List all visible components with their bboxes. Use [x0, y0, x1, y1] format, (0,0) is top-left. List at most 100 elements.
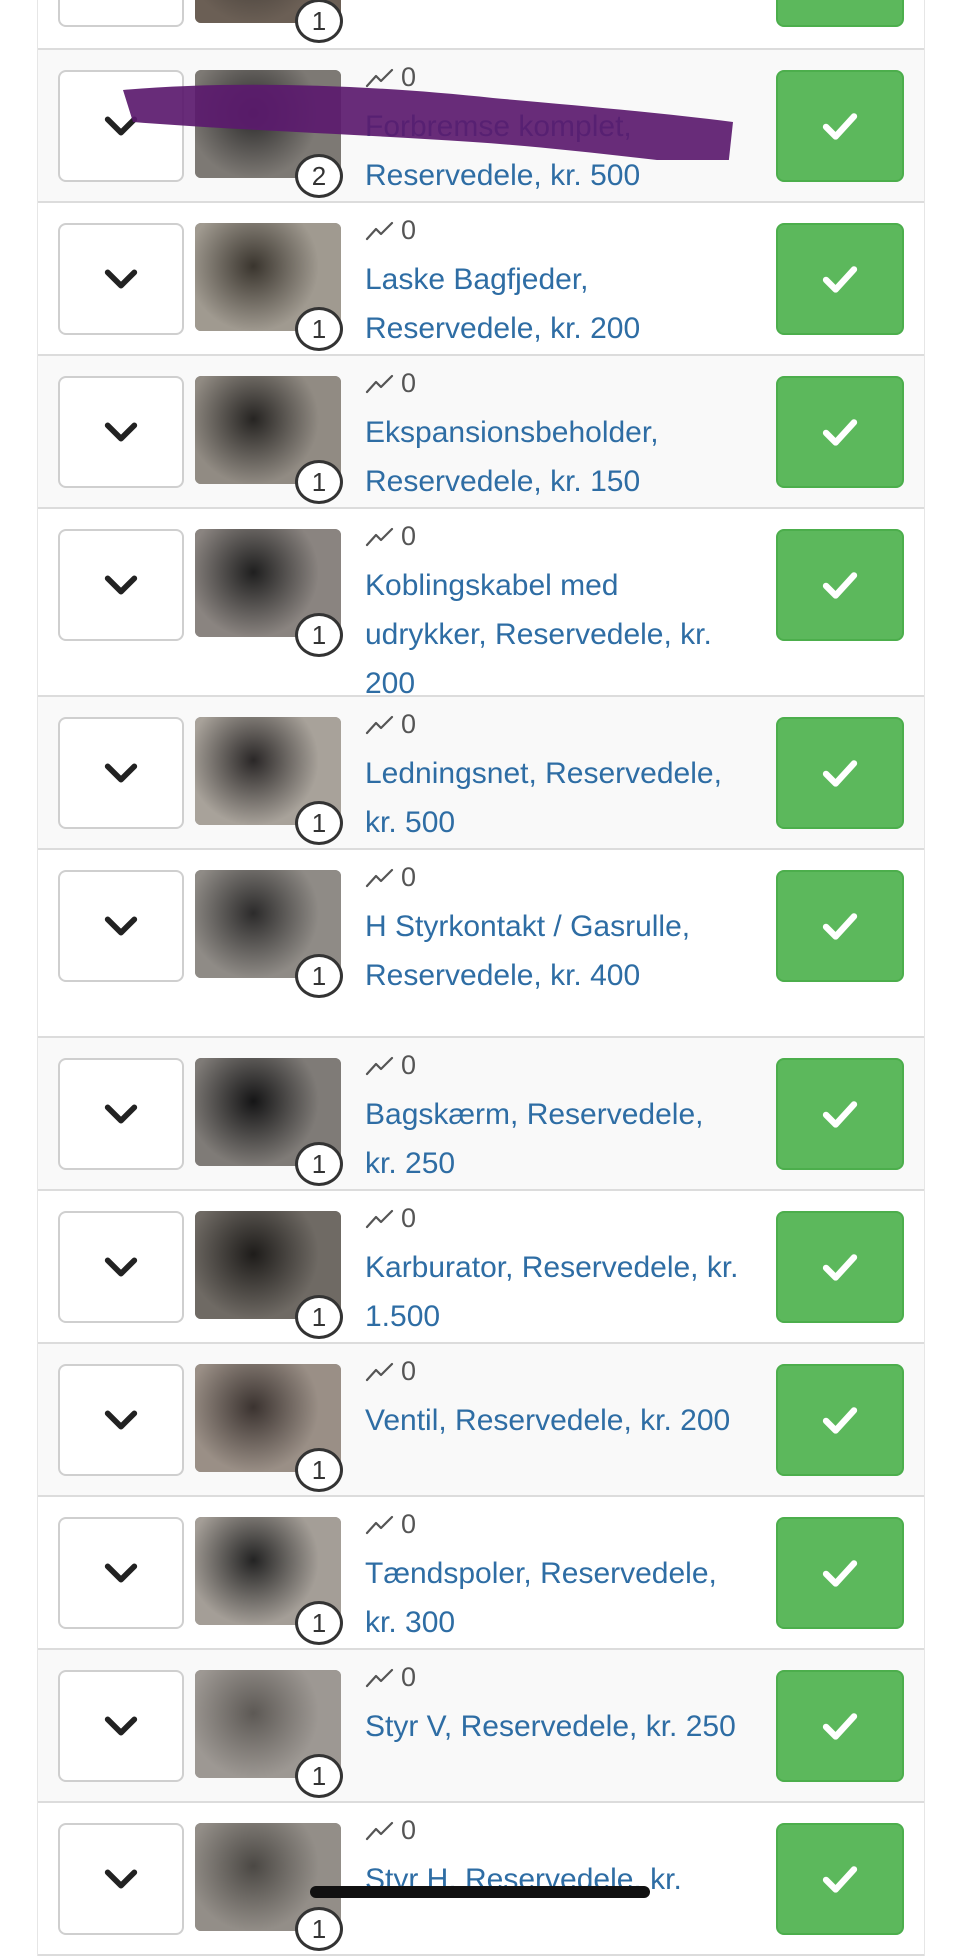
item-title-link[interactable]: Ventil, Reservedele, kr. 200 — [365, 1396, 740, 1445]
item-thumbnail[interactable]: 1 — [195, 1517, 343, 1645]
expand-button[interactable] — [58, 717, 184, 829]
expand-button[interactable] — [58, 1211, 184, 1323]
item-title-link[interactable]: H Styrkontakt / Gasrulle, Reservedele, k… — [365, 902, 740, 1000]
trend-icon — [365, 1821, 394, 1840]
item-thumbnail[interactable]: 1 — [195, 1058, 343, 1186]
list-item: 1 0 Styr H, Reservedele, kr. — [38, 1803, 924, 1956]
trend-icon — [365, 715, 394, 734]
expand-button[interactable] — [58, 1670, 184, 1782]
accept-button[interactable] — [776, 870, 904, 982]
expand-button[interactable] — [58, 1517, 184, 1629]
home-indicator — [310, 1886, 650, 1898]
view-stats: 0 — [365, 1356, 416, 1387]
view-count: 0 — [401, 709, 417, 739]
item-title-link[interactable]: Ledningsnet, Reservedele, kr. 500 — [365, 749, 740, 847]
trend-icon — [365, 527, 394, 546]
quantity-badge: 1 — [295, 801, 343, 845]
quantity-badge: 1 — [295, 0, 343, 43]
accept-button[interactable] — [776, 1211, 904, 1323]
chevron-down-icon — [104, 422, 138, 442]
item-title-link[interactable]: Laske Bagfjeder, Reservedele, kr. 200 — [365, 255, 740, 353]
chevron-down-icon — [104, 269, 138, 289]
quantity-badge: 1 — [295, 1601, 343, 1645]
item-title-link[interactable]: Bagskærm, Reservedele, kr. 250 — [365, 1090, 740, 1188]
item-title-link[interactable]: Styr V, Reservedele, kr. 250 — [365, 1702, 740, 1751]
item-thumbnail[interactable]: 1 — [195, 376, 343, 504]
checkmark-icon — [822, 1407, 858, 1434]
accept-button[interactable] — [776, 1364, 904, 1476]
quantity-badge: 1 — [295, 613, 343, 657]
list-item: 1 0 Tændspoler, Reservedele, kr. 300 — [38, 1497, 924, 1650]
accept-button[interactable] — [776, 1517, 904, 1629]
quantity-badge: 1 — [295, 1142, 343, 1186]
item-thumbnail[interactable]: 1 — [195, 223, 343, 351]
quantity-badge: 1 — [295, 954, 343, 998]
item-thumbnail[interactable]: 1 — [195, 717, 343, 845]
view-count: 0 — [401, 215, 417, 245]
item-thumbnail[interactable]: 1 — [195, 529, 343, 657]
quantity-badge: 1 — [295, 1295, 343, 1339]
item-thumbnail[interactable]: 1 — [195, 1364, 343, 1492]
view-count: 0 — [401, 1662, 417, 1692]
accept-button[interactable] — [776, 223, 904, 335]
item-thumbnail[interactable]: 1 — [195, 1823, 343, 1951]
expand-button[interactable] — [58, 376, 184, 488]
view-stats: 0 — [365, 215, 416, 246]
item-thumbnail[interactable]: 1 — [195, 1211, 343, 1339]
item-title-link[interactable]: Koblingskabel med udrykker, Reservedele,… — [365, 561, 740, 708]
view-stats: 0 — [365, 521, 416, 552]
expand-button[interactable] — [58, 1058, 184, 1170]
expand-button[interactable] — [58, 70, 184, 182]
expand-button[interactable] — [58, 223, 184, 335]
view-stats: 0 — [365, 709, 416, 740]
view-count: 0 — [401, 1050, 417, 1080]
list-item: 2 0 Forbremse komplet, Reservedele, kr. … — [38, 50, 924, 203]
expand-button[interactable] — [58, 1364, 184, 1476]
item-thumbnail[interactable]: 2 — [195, 70, 343, 198]
expand-button[interactable] — [58, 1823, 184, 1935]
checkmark-icon — [822, 1866, 858, 1893]
list-item: 1 0 Bagskærm, Reservedele, kr. 250 — [38, 1038, 924, 1191]
checkmark-icon — [822, 1254, 858, 1281]
accept-button[interactable] — [776, 1058, 904, 1170]
view-stats: 0 — [365, 1815, 416, 1846]
accept-button[interactable] — [776, 1670, 904, 1782]
accept-button[interactable] — [776, 529, 904, 641]
trend-icon — [365, 221, 394, 240]
checkmark-icon — [822, 266, 858, 293]
accept-button[interactable] — [776, 376, 904, 488]
trend-icon — [365, 1209, 394, 1228]
trend-icon — [365, 1515, 394, 1534]
expand-button[interactable] — [58, 529, 184, 641]
view-stats: 0 — [365, 1203, 416, 1234]
quantity-badge: 1 — [295, 1907, 343, 1951]
view-stats: 0 — [365, 862, 416, 893]
quantity-badge: 1 — [295, 1754, 343, 1798]
item-title-link[interactable]: Forbremse komplet, Reservedele, kr. 500 — [365, 102, 740, 200]
list-item: 1 0 Koblingskabel med udrykker, Reserved… — [38, 509, 924, 700]
checkmark-icon — [822, 1101, 858, 1128]
item-title-link[interactable]: Tændspoler, Reservedele, kr. 300 — [365, 1549, 740, 1647]
item-title-link[interactable]: Ekspansionsbeholder, Reservedele, kr. 15… — [365, 408, 740, 506]
accept-button[interactable] — [776, 70, 904, 182]
view-count: 0 — [401, 1509, 417, 1539]
item-thumbnail[interactable]: 1 — [195, 1670, 343, 1798]
item-title-link[interactable]: Karburator, Reservedele, kr. 1.500 — [365, 1243, 740, 1341]
view-count: 0 — [401, 62, 417, 92]
expand-button[interactable] — [58, 0, 184, 27]
view-stats: 0 — [365, 1662, 416, 1693]
item-thumbnail[interactable]: 1 — [195, 0, 343, 43]
accept-button[interactable] — [776, 717, 904, 829]
list-item: 1 0 Ledningsnet, Reservedele, kr. 500 — [38, 697, 924, 850]
accept-button[interactable] — [776, 0, 904, 27]
list-item: 1 0 Karburator, Reservedele, kr. 1.500 — [38, 1191, 924, 1344]
view-count: 0 — [401, 1356, 417, 1386]
chevron-down-icon — [104, 916, 138, 936]
item-thumbnail[interactable]: 1 — [195, 870, 343, 998]
accept-button[interactable] — [776, 1823, 904, 1935]
checkmark-icon — [822, 760, 858, 787]
expand-button[interactable] — [58, 870, 184, 982]
quantity-badge: 2 — [295, 154, 343, 198]
checkmark-icon — [822, 113, 858, 140]
checkmark-icon — [822, 1713, 858, 1740]
